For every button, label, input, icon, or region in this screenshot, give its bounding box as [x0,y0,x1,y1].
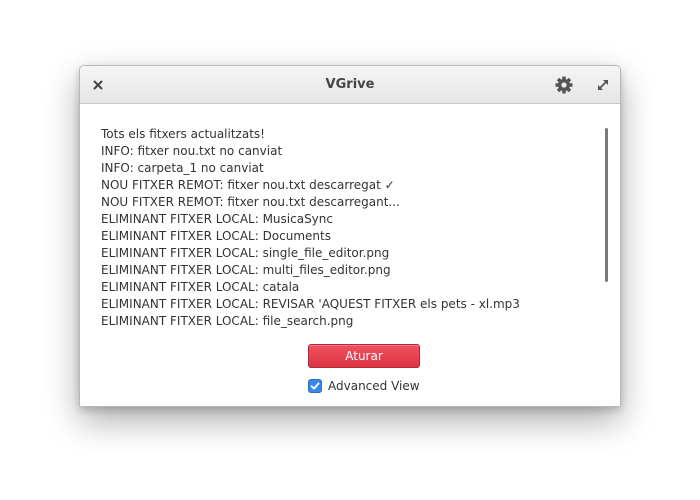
checkmark-icon [310,382,320,390]
titlebar: VGrive [80,66,620,104]
log-line: INFO: fitxer nou.txt no canviat [101,144,283,158]
log-output: Tots els fitxers actualitzats! INFO: fit… [101,126,601,330]
log-line: ELIMINANT FITXER LOCAL: single_file_edit… [101,246,390,260]
log-line: NOU FITXER REMOT: fitxer nou.txt descarr… [101,195,400,209]
maximize-button[interactable] [593,75,613,95]
window-title: VGrive [325,77,375,92]
log-line: ELIMINANT FITXER LOCAL: catala [101,280,300,294]
stop-button[interactable]: Aturar [308,344,420,368]
log-line: ELIMINANT FITXER LOCAL: MusicaSync [101,212,333,226]
log-line: ELIMINANT FITXER LOCAL: Documents [101,229,331,243]
gear-icon [555,76,573,94]
advanced-view-checkbox[interactable] [308,379,322,393]
log-scrollbar[interactable] [605,128,608,282]
log-line: INFO: carpeta_1 no canviat [101,161,264,175]
log-line: ELIMINANT FITXER LOCAL: REVISAR 'AQUEST … [101,297,520,311]
log-line: ELIMINANT FITXER LOCAL: multi_files_edit… [101,263,391,277]
log-line: Tots els fitxers actualitzats! [101,127,265,141]
content-area: Tots els fitxers actualitzats! INFO: fit… [80,104,620,406]
log-line: NOU FITXER REMOT: fitxer nou.txt descarr… [101,178,395,192]
maximize-icon [597,79,609,91]
log-line: ELIMINANT FITXER LOCAL: file_search.png [101,314,354,328]
app-window: VGrive Tots els fitxers actualitzats! IN… [79,65,621,407]
settings-button[interactable] [554,75,574,95]
advanced-view-label: Advanced View [328,379,420,393]
